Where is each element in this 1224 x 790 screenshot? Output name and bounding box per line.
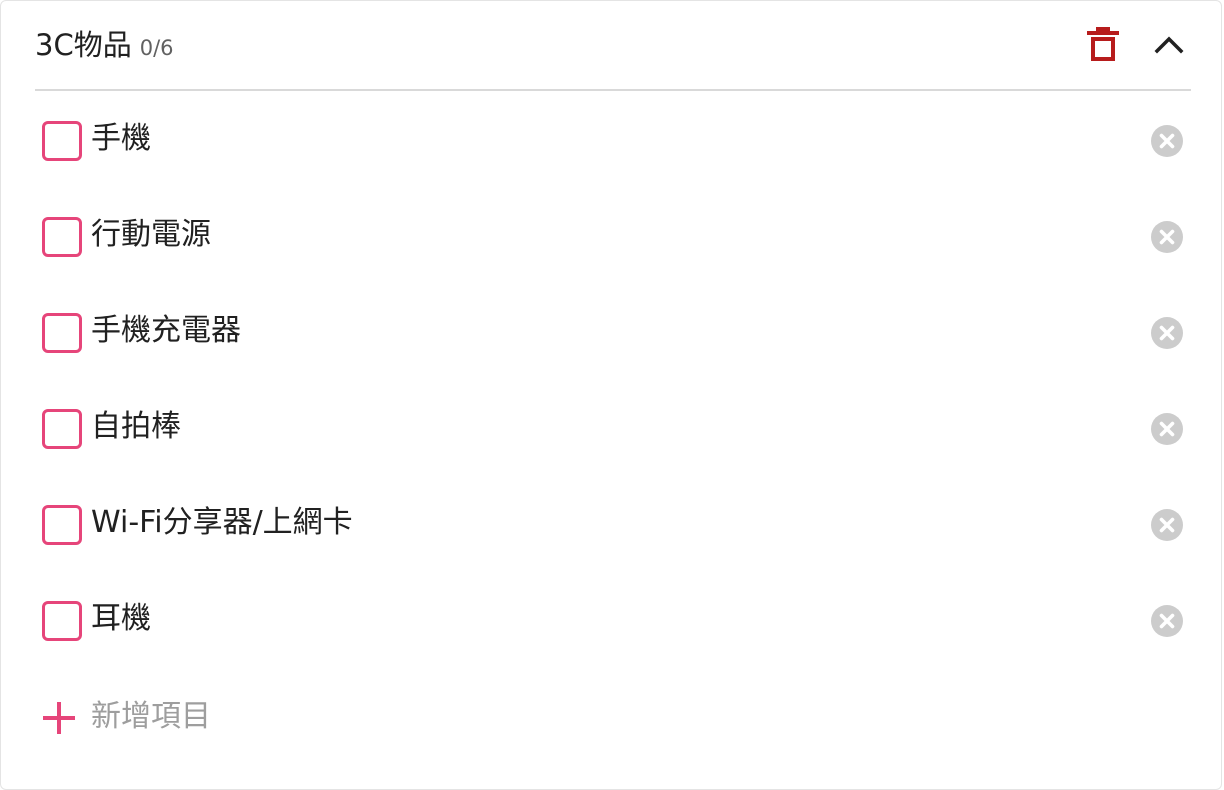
list-item: 自拍棒: [1, 381, 1221, 477]
item-checkbox[interactable]: [42, 313, 82, 353]
item-label: 手機充電器: [91, 313, 241, 348]
group-header: 3C物品 0/6: [35, 1, 1191, 91]
item-checkbox[interactable]: [42, 121, 82, 161]
collapse-group-button[interactable]: [1149, 25, 1189, 65]
item-label: 耳機: [91, 601, 151, 636]
list-item: 行動電源: [1, 189, 1221, 285]
item-checkbox[interactable]: [42, 505, 82, 545]
group-title-text: 3C物品: [35, 28, 132, 62]
delete-group-button[interactable]: [1085, 25, 1121, 65]
group-title: 3C物品 0/6: [35, 27, 174, 66]
checklist-group-card: 3C物品 0/6 手機 行動電源 手機充電器 自拍棒 Wi-Fi分享器/上網卡 …: [0, 0, 1222, 790]
remove-item-button[interactable]: [1151, 509, 1183, 541]
item-checkbox[interactable]: [42, 601, 82, 641]
remove-item-button[interactable]: [1151, 221, 1183, 253]
remove-item-button[interactable]: [1151, 125, 1183, 157]
close-circle-icon: [1151, 605, 1183, 637]
remove-item-button[interactable]: [1151, 317, 1183, 349]
trash-icon: [1087, 27, 1119, 61]
item-label: Wi-Fi分享器/上網卡: [91, 505, 353, 540]
remove-item-button[interactable]: [1151, 605, 1183, 637]
close-circle-icon: [1151, 125, 1183, 157]
add-item-label: 新增項目: [91, 699, 211, 734]
plus-icon: [43, 702, 75, 734]
item-label: 自拍棒: [91, 409, 181, 444]
close-circle-icon: [1151, 221, 1183, 253]
group-progress-count: 0/6: [139, 36, 174, 60]
close-circle-icon: [1151, 413, 1183, 445]
item-checkbox[interactable]: [42, 409, 82, 449]
close-circle-icon: [1151, 509, 1183, 541]
item-label: 手機: [91, 121, 151, 156]
remove-item-button[interactable]: [1151, 413, 1183, 445]
checklist-items: 手機 行動電源 手機充電器 自拍棒 Wi-Fi分享器/上網卡 耳機: [1, 93, 1221, 669]
list-item: 耳機: [1, 573, 1221, 669]
item-checkbox[interactable]: [42, 217, 82, 257]
list-item: Wi-Fi分享器/上網卡: [1, 477, 1221, 573]
list-item: 手機: [1, 93, 1221, 189]
add-item-button[interactable]: 新增項目: [1, 669, 1221, 765]
close-circle-icon: [1151, 317, 1183, 349]
item-label: 行動電源: [91, 217, 211, 252]
chevron-up-icon: [1154, 36, 1184, 54]
list-item: 手機充電器: [1, 285, 1221, 381]
